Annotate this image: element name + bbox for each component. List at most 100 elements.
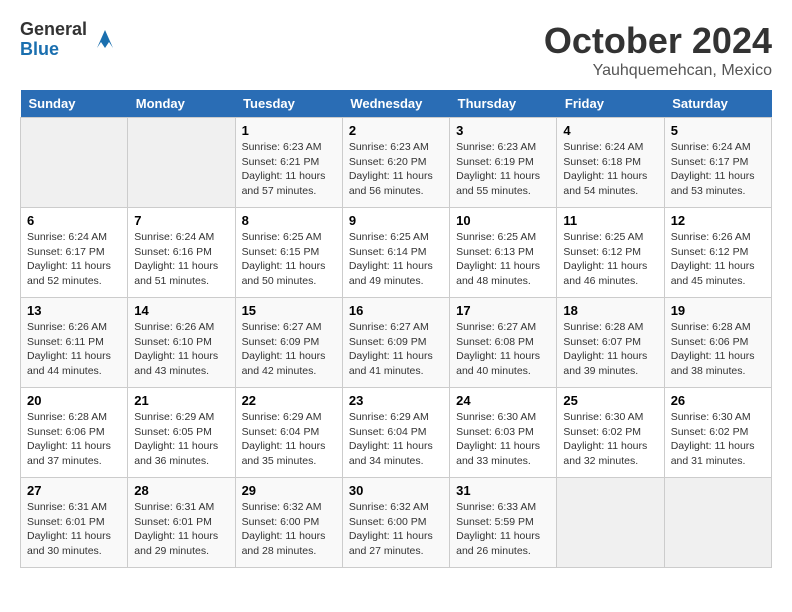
day-number: 20 — [27, 393, 121, 408]
day-sun-info: Sunrise: 6:23 AM Sunset: 6:21 PM Dayligh… — [242, 140, 336, 199]
day-number: 21 — [134, 393, 228, 408]
calendar-day-cell: 5 Sunrise: 6:24 AM Sunset: 6:17 PM Daylig… — [664, 118, 771, 208]
day-sun-info: Sunrise: 6:25 AM Sunset: 6:15 PM Dayligh… — [242, 230, 336, 289]
calendar-day-cell: 8 Sunrise: 6:25 AM Sunset: 6:15 PM Daylig… — [235, 208, 342, 298]
logo-text: General Blue — [20, 20, 87, 60]
day-sun-info: Sunrise: 6:28 AM Sunset: 6:06 PM Dayligh… — [27, 410, 121, 469]
day-number: 5 — [671, 123, 765, 138]
logo-blue: Blue — [20, 40, 87, 60]
day-sun-info: Sunrise: 6:31 AM Sunset: 6:01 PM Dayligh… — [27, 500, 121, 559]
day-number: 2 — [349, 123, 443, 138]
calendar-day-cell: 31Sunrise: 6:33 AM Sunset: 5:59 PM Dayli… — [450, 478, 557, 568]
calendar-day-cell: 28 Sunrise: 6:31 AM Sunset: 6:01 PM Dayli… — [128, 478, 235, 568]
header-thursday: Thursday — [450, 90, 557, 118]
day-number: 8 — [242, 213, 336, 228]
day-sun-info: Sunrise: 6:29 AM Sunset: 6:04 PM Dayligh… — [349, 410, 443, 469]
day-number: 28 — [134, 483, 228, 498]
day-number: 25 — [563, 393, 657, 408]
day-number: 29 — [242, 483, 336, 498]
day-sun-info: Sunrise: 6:30 AM Sunset: 6:03 PM Dayligh… — [456, 410, 550, 469]
calendar-day-cell — [21, 118, 128, 208]
calendar-day-cell: 26 Sunrise: 6:30 AM Sunset: 6:02 PM Dayli… — [664, 388, 771, 478]
day-number: 10 — [456, 213, 550, 228]
calendar-day-cell: 6 Sunrise: 6:24 AM Sunset: 6:17 PM Daylig… — [21, 208, 128, 298]
calendar-day-cell: 9Sunrise: 6:25 AM Sunset: 6:14 PM Daylig… — [342, 208, 449, 298]
day-number: 15 — [242, 303, 336, 318]
calendar-day-cell: 15 Sunrise: 6:27 AM Sunset: 6:09 PM Dayli… — [235, 298, 342, 388]
day-number: 22 — [242, 393, 336, 408]
day-number: 19 — [671, 303, 765, 318]
calendar-day-cell: 24 Sunrise: 6:30 AM Sunset: 6:03 PM Dayli… — [450, 388, 557, 478]
day-number: 14 — [134, 303, 228, 318]
day-sun-info: Sunrise: 6:24 AM Sunset: 6:17 PM Dayligh… — [27, 230, 121, 289]
day-sun-info: Sunrise: 6:29 AM Sunset: 6:04 PM Dayligh… — [242, 410, 336, 469]
day-sun-info: Sunrise: 6:31 AM Sunset: 6:01 PM Dayligh… — [134, 500, 228, 559]
header-friday: Friday — [557, 90, 664, 118]
calendar-week-row: 27 Sunrise: 6:31 AM Sunset: 6:01 PM Dayli… — [21, 478, 772, 568]
calendar-day-cell: 20 Sunrise: 6:28 AM Sunset: 6:06 PM Dayli… — [21, 388, 128, 478]
calendar-day-cell: 14 Sunrise: 6:26 AM Sunset: 6:10 PM Dayli… — [128, 298, 235, 388]
day-number: 17 — [456, 303, 550, 318]
calendar-day-cell: 30 Sunrise: 6:32 AM Sunset: 6:00 PM Dayli… — [342, 478, 449, 568]
logo: General Blue — [20, 20, 119, 60]
day-sun-info: Sunrise: 6:26 AM Sunset: 6:10 PM Dayligh… — [134, 320, 228, 379]
day-sun-info: Sunrise: 6:29 AM Sunset: 6:05 PM Dayligh… — [134, 410, 228, 469]
calendar-day-cell: 2 Sunrise: 6:23 AM Sunset: 6:20 PM Daylig… — [342, 118, 449, 208]
day-number: 12 — [671, 213, 765, 228]
day-number: 11 — [563, 213, 657, 228]
day-sun-info: Sunrise: 6:24 AM Sunset: 6:16 PM Dayligh… — [134, 230, 228, 289]
title-section: October 2024 Yauhquemehcan, Mexico — [544, 20, 772, 80]
day-number: 26 — [671, 393, 765, 408]
day-sun-info: Sunrise: 6:27 AM Sunset: 6:09 PM Dayligh… — [242, 320, 336, 379]
calendar-day-cell: 7 Sunrise: 6:24 AM Sunset: 6:16 PM Daylig… — [128, 208, 235, 298]
calendar-day-cell: 23Sunrise: 6:29 AM Sunset: 6:04 PM Dayli… — [342, 388, 449, 478]
calendar-day-cell: 21 Sunrise: 6:29 AM Sunset: 6:05 PM Dayli… — [128, 388, 235, 478]
day-sun-info: Sunrise: 6:28 AM Sunset: 6:06 PM Dayligh… — [671, 320, 765, 379]
day-number: 24 — [456, 393, 550, 408]
header-wednesday: Wednesday — [342, 90, 449, 118]
day-number: 16 — [349, 303, 443, 318]
day-sun-info: Sunrise: 6:30 AM Sunset: 6:02 PM Dayligh… — [563, 410, 657, 469]
weekday-header-row: Sunday Monday Tuesday Wednesday Thursday… — [21, 90, 772, 118]
calendar-day-cell: 3 Sunrise: 6:23 AM Sunset: 6:19 PM Daylig… — [450, 118, 557, 208]
calendar-week-row: 1Sunrise: 6:23 AM Sunset: 6:21 PM Daylig… — [21, 118, 772, 208]
day-number: 3 — [456, 123, 550, 138]
day-number: 6 — [27, 213, 121, 228]
day-number: 4 — [563, 123, 657, 138]
calendar-day-cell: 16 Sunrise: 6:27 AM Sunset: 6:09 PM Dayli… — [342, 298, 449, 388]
day-sun-info: Sunrise: 6:25 AM Sunset: 6:13 PM Dayligh… — [456, 230, 550, 289]
day-sun-info: Sunrise: 6:26 AM Sunset: 6:11 PM Dayligh… — [27, 320, 121, 379]
day-sun-info: Sunrise: 6:26 AM Sunset: 6:12 PM Dayligh… — [671, 230, 765, 289]
day-sun-info: Sunrise: 6:23 AM Sunset: 6:19 PM Dayligh… — [456, 140, 550, 199]
calendar-week-row: 13 Sunrise: 6:26 AM Sunset: 6:11 PM Dayli… — [21, 298, 772, 388]
calendar-table: Sunday Monday Tuesday Wednesday Thursday… — [20, 90, 772, 568]
day-sun-info: Sunrise: 6:30 AM Sunset: 6:02 PM Dayligh… — [671, 410, 765, 469]
day-number: 27 — [27, 483, 121, 498]
location-subtitle: Yauhquemehcan, Mexico — [544, 62, 772, 80]
month-year-title: October 2024 — [544, 20, 772, 62]
header-sunday: Sunday — [21, 90, 128, 118]
calendar-day-cell: 27 Sunrise: 6:31 AM Sunset: 6:01 PM Dayli… — [21, 478, 128, 568]
day-sun-info: Sunrise: 6:32 AM Sunset: 6:00 PM Dayligh… — [242, 500, 336, 559]
calendar-day-cell: 4 Sunrise: 6:24 AM Sunset: 6:18 PM Daylig… — [557, 118, 664, 208]
day-number: 7 — [134, 213, 228, 228]
day-sun-info: Sunrise: 6:24 AM Sunset: 6:17 PM Dayligh… — [671, 140, 765, 199]
day-sun-info: Sunrise: 6:23 AM Sunset: 6:20 PM Dayligh… — [349, 140, 443, 199]
logo-icon — [91, 26, 119, 54]
day-sun-info: Sunrise: 6:27 AM Sunset: 6:08 PM Dayligh… — [456, 320, 550, 379]
day-sun-info: Sunrise: 6:25 AM Sunset: 6:12 PM Dayligh… — [563, 230, 657, 289]
calendar-week-row: 6 Sunrise: 6:24 AM Sunset: 6:17 PM Daylig… — [21, 208, 772, 298]
calendar-day-cell: 19 Sunrise: 6:28 AM Sunset: 6:06 PM Dayli… — [664, 298, 771, 388]
calendar-day-cell — [128, 118, 235, 208]
day-sun-info: Sunrise: 6:32 AM Sunset: 6:00 PM Dayligh… — [349, 500, 443, 559]
calendar-week-row: 20 Sunrise: 6:28 AM Sunset: 6:06 PM Dayli… — [21, 388, 772, 478]
day-number: 9 — [349, 213, 443, 228]
day-number: 13 — [27, 303, 121, 318]
calendar-day-cell: 17 Sunrise: 6:27 AM Sunset: 6:08 PM Dayli… — [450, 298, 557, 388]
calendar-day-cell — [664, 478, 771, 568]
logo-general: General — [20, 20, 87, 40]
day-sun-info: Sunrise: 6:27 AM Sunset: 6:09 PM Dayligh… — [349, 320, 443, 379]
day-sun-info: Sunrise: 6:24 AM Sunset: 6:18 PM Dayligh… — [563, 140, 657, 199]
calendar-day-cell: 10 Sunrise: 6:25 AM Sunset: 6:13 PM Dayli… — [450, 208, 557, 298]
day-number: 30 — [349, 483, 443, 498]
